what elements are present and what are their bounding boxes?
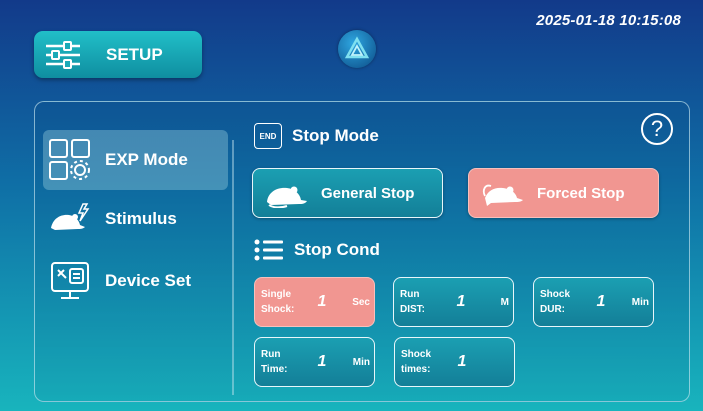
run-dist-field[interactable]: Run DIST: 1 M: [393, 277, 514, 327]
field-value: 1: [596, 293, 606, 310]
sidebar-item-device-set[interactable]: Device Set: [43, 251, 228, 311]
field-label: Run DIST:: [400, 289, 425, 315]
field-value: 1: [456, 293, 466, 310]
settings-sliders-icon: [46, 40, 80, 69]
field-label: Shock DUR:: [540, 289, 571, 315]
single-shock-field[interactable]: Single Shock: 1 Sec: [254, 277, 375, 327]
field-label: Shock times:: [401, 349, 432, 375]
field-label: Single Shock:: [261, 289, 295, 315]
mouse-running-icon: [482, 184, 523, 206]
forced-stop-button[interactable]: Forced Stop: [468, 168, 659, 218]
field-unit: M: [500, 296, 509, 308]
forced-stop-label: Forced Stop: [537, 184, 625, 202]
sidebar-item-label: Stimulus: [105, 209, 177, 228]
list-icon: [254, 239, 283, 261]
setup-button[interactable]: SETUP: [34, 31, 202, 78]
field-value: 1: [457, 353, 467, 370]
app-logo-icon: [338, 30, 376, 68]
help-button[interactable]: ?: [641, 113, 673, 145]
shock-dur-field[interactable]: Shock DUR: 1 Min: [533, 277, 654, 327]
field-unit: Sec: [352, 296, 370, 308]
sidebar-item-stimulus[interactable]: Stimulus: [43, 189, 228, 249]
run-time-field[interactable]: Run Time: 1 Min: [254, 337, 375, 387]
mouse-icon: [267, 186, 307, 208]
settings-panel: EXP Mode Stimulus Device Set END Stop Mo…: [34, 101, 690, 402]
stop-cond-heading: Stop Cond: [254, 239, 380, 261]
panel-divider: [232, 140, 234, 395]
stop-mode-heading: END Stop Mode: [254, 123, 379, 149]
field-value: 1: [317, 293, 327, 310]
general-stop-label: General Stop: [321, 184, 415, 202]
sidebar-item-exp-mode[interactable]: EXP Mode: [43, 130, 228, 190]
device-settings-icon: [51, 262, 89, 299]
datetime-display: 2025-01-18 10:15:08: [536, 12, 681, 29]
field-unit: Min: [352, 356, 370, 368]
field-label: Run Time:: [261, 349, 288, 375]
stop-mode-title: Stop Mode: [292, 126, 379, 145]
setup-label: SETUP: [106, 44, 163, 64]
sidebar-item-label: EXP Mode: [105, 150, 188, 169]
mouse-lightning-icon: [51, 203, 90, 230]
field-unit: Min: [631, 296, 649, 308]
sidebar-item-label: Device Set: [105, 271, 191, 290]
grid-settings-icon: [49, 139, 90, 180]
stop-cond-title: Stop Cond: [294, 240, 380, 259]
field-value: 1: [317, 353, 327, 370]
end-icon: END: [254, 123, 282, 149]
general-stop-button[interactable]: General Stop: [252, 168, 443, 218]
help-icon: ?: [650, 116, 664, 141]
shock-times-field[interactable]: Shock times: 1: [394, 337, 515, 387]
